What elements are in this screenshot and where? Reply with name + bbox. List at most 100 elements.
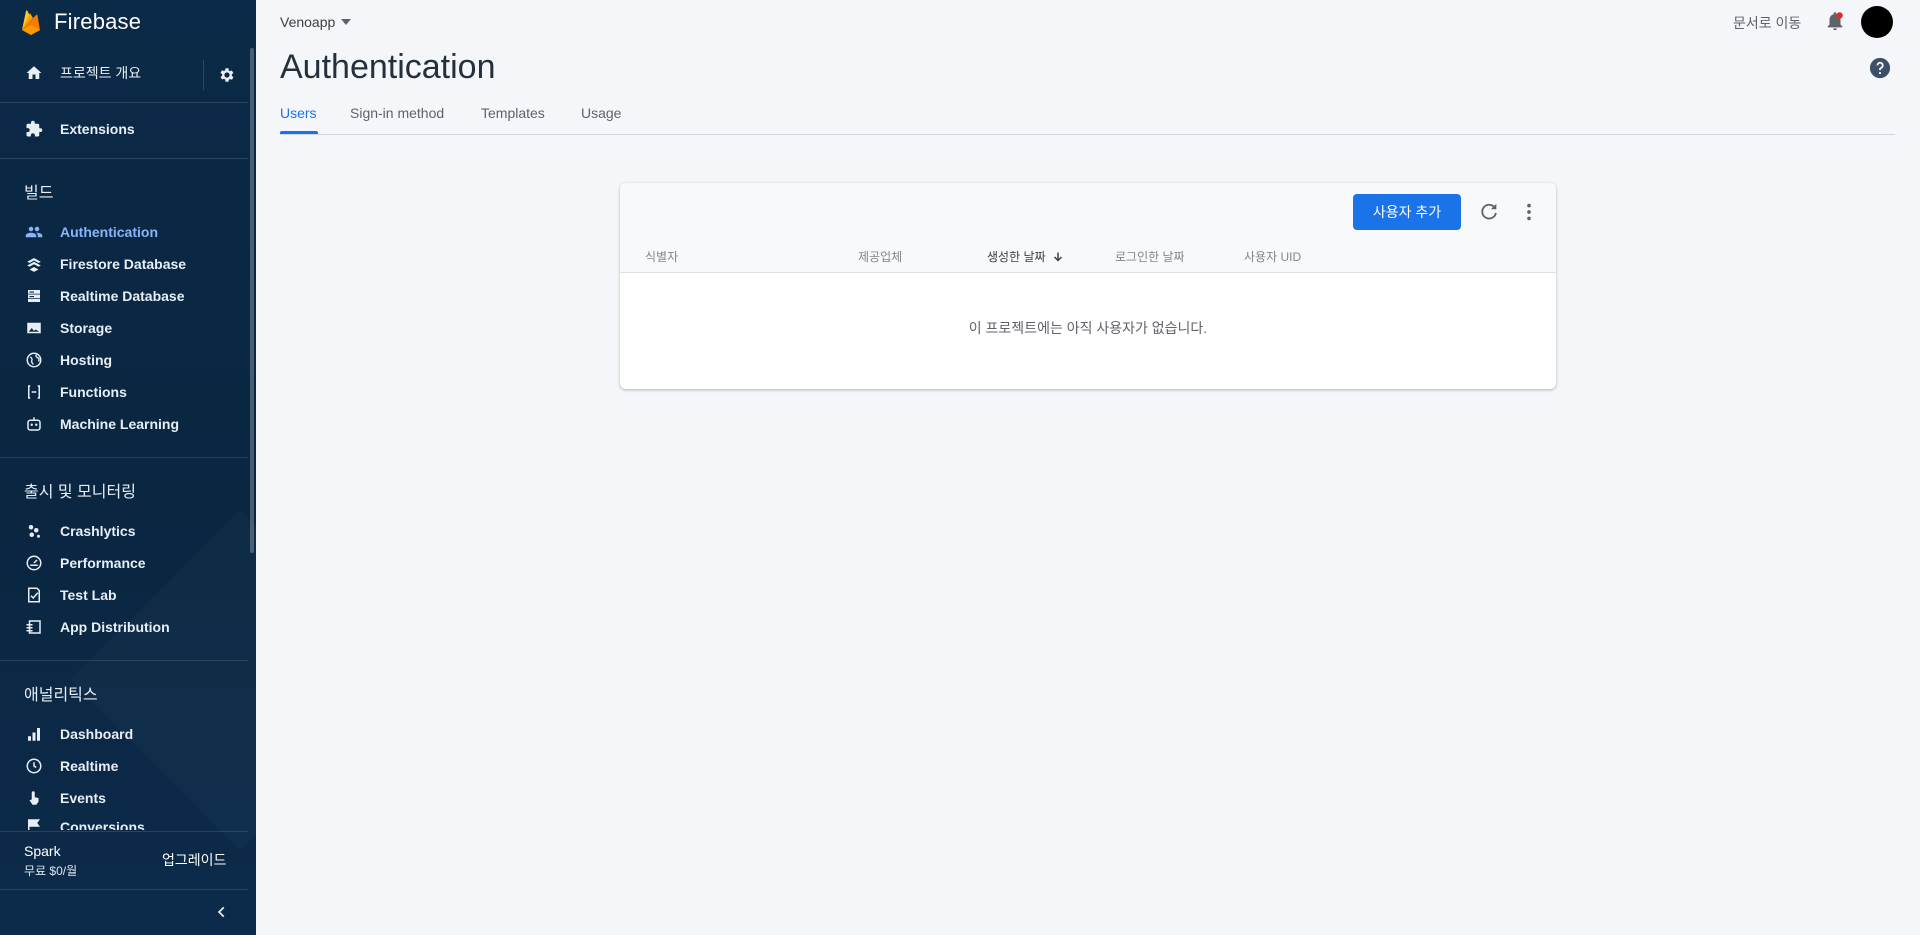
sidebar-item-realtime[interactable]: Realtime <box>0 750 248 782</box>
sidebar-item-events[interactable]: Events <box>0 782 248 814</box>
column-header-label: 제공업체 <box>858 250 903 264</box>
database-icon <box>24 286 44 306</box>
speedometer-icon <box>24 553 44 573</box>
sidebar-section-analytics: 애널리틱스 <box>24 687 98 704</box>
column-header-label: 생성한 날짜 <box>987 250 1046 264</box>
sidebar-item-label: App Distribution <box>60 619 170 635</box>
sidebar-item-machine-learning[interactable]: Machine Learning <box>0 408 248 440</box>
sidebar-item-label: Firestore Database <box>60 256 187 272</box>
sidebar-item-performance[interactable]: Performance <box>0 547 248 579</box>
checklist-icon <box>24 585 44 605</box>
sidebar-section-release: 출시 및 모니터링 <box>24 484 136 501</box>
tab-usage[interactable]: Usage <box>581 105 621 121</box>
sidebar-item-label: Realtime <box>60 758 119 774</box>
sidebar-item-storage[interactable]: Storage <box>0 312 248 344</box>
sidebar-item-label: Machine Learning <box>60 416 180 432</box>
extensions-icon <box>24 119 44 139</box>
sidebar-item-test-lab[interactable]: Test Lab <box>0 579 248 611</box>
clock-icon <box>24 756 44 776</box>
sidebar-item-hosting[interactable]: Hosting <box>0 344 248 376</box>
sidebar-divider <box>0 660 248 661</box>
sidebar-scrollbar[interactable] <box>250 48 254 553</box>
sidebar-item-conversions[interactable]: Conversions <box>0 814 248 830</box>
robot-icon <box>24 414 44 434</box>
brand-name: Firebase <box>54 9 142 34</box>
settings-button[interactable] <box>203 60 249 90</box>
column-header-signed-in[interactable]: 로그인한 날짜 <box>1115 248 1185 265</box>
firestore-icon <box>24 254 44 274</box>
users-table-card: 사용자 추가 식별자 제공업체 생성한 날짜 로그인한 날짜 사용자 UID 이… <box>620 183 1556 389</box>
touch-icon <box>24 788 44 808</box>
sidebar-item-app-distribution[interactable]: App Distribution <box>0 611 248 643</box>
sidebar-item-label: Events <box>60 790 106 806</box>
firebase-flame-icon <box>22 10 40 35</box>
sidebar-item-label: Conversions <box>60 819 145 830</box>
sidebar-item-authentication[interactable]: Authentication <box>0 216 248 248</box>
refresh-icon[interactable] <box>1478 201 1500 223</box>
users-table-header: 사용자 추가 식별자 제공업체 생성한 날짜 로그인한 날짜 사용자 UID <box>620 183 1556 273</box>
column-header-label: 로그인한 날짜 <box>1115 250 1185 264</box>
empty-state-message: 이 프로젝트에는 아직 사용자가 없습니다. <box>968 320 1208 336</box>
help-icon[interactable] <box>1869 57 1891 79</box>
sidebar-divider <box>0 102 248 103</box>
project-name: Venoapp <box>280 14 336 30</box>
tab-users[interactable]: Users <box>280 105 317 121</box>
sidebar-section-build: 빌드 <box>24 185 54 202</box>
sidebar-divider <box>0 158 248 159</box>
add-user-button[interactable]: 사용자 추가 <box>1353 194 1461 230</box>
sidebar-item-label: Crashlytics <box>60 523 136 539</box>
more-vert-icon[interactable] <box>1518 201 1540 223</box>
sort-down-arrow-icon <box>1053 252 1062 262</box>
sidebar-item-realtime-database[interactable]: Realtime Database <box>0 280 248 312</box>
project-selector[interactable]: Venoapp <box>280 14 352 30</box>
sidebar-item-crashlytics[interactable]: Crashlytics <box>0 515 248 547</box>
distribution-icon <box>24 617 44 637</box>
image-icon <box>24 318 44 338</box>
firebase-logo[interactable]: Firebase <box>20 5 141 39</box>
column-header-identifier[interactable]: 식별자 <box>645 248 678 265</box>
sidebar-divider <box>0 889 248 890</box>
account-avatar[interactable] <box>1861 6 1893 38</box>
column-header-label: 식별자 <box>645 250 679 264</box>
sidebar-item-label: Storage <box>60 320 113 336</box>
globe-icon <box>24 350 44 370</box>
sidebar-item-extensions[interactable]: Extensions <box>0 113 248 145</box>
column-header-created[interactable]: 생성한 날짜 <box>987 248 1064 265</box>
notifications-bell-icon[interactable] <box>1824 10 1846 32</box>
sidebar-item-label: Dashboard <box>60 726 134 742</box>
collapse-sidebar-button[interactable] <box>212 902 232 922</box>
sidebar-item-label: 프로젝트 개요 <box>60 65 142 81</box>
sidebar-item-label: Performance <box>60 555 146 571</box>
sidebar-item-label: Functions <box>60 384 127 400</box>
tab-templates[interactable]: Templates <box>481 105 545 121</box>
column-header-label: 사용자 UID <box>1244 250 1302 264</box>
sidebar-item-label: Extensions <box>60 121 135 137</box>
docs-link[interactable]: 문서로 이동 <box>1733 13 1801 33</box>
flag-icon <box>24 816 44 830</box>
upgrade-button[interactable]: 업그레이드 <box>162 850 226 870</box>
sidebar-item-label: Realtime Database <box>60 288 185 304</box>
page-title: Authentication <box>280 48 496 86</box>
people-icon <box>24 222 44 242</box>
sidebar-item-dashboard[interactable]: Dashboard <box>0 718 248 750</box>
sidebar-item-firestore[interactable]: Firestore Database <box>0 248 248 280</box>
column-header-provider[interactable]: 제공업체 <box>858 248 902 265</box>
sidebar-divider <box>0 457 248 458</box>
chevron-left-icon <box>217 906 225 918</box>
plan-info: Spark 무료 $0/월 <box>24 843 77 879</box>
plan-price: 무료 $0/월 <box>24 864 78 878</box>
functions-icon <box>24 382 44 402</box>
plan-name: Spark <box>24 843 61 859</box>
home-icon <box>24 63 44 83</box>
dropdown-arrow-icon <box>341 19 352 25</box>
sidebar-item-project-overview[interactable]: 프로젝트 개요 <box>0 57 200 89</box>
crashlytics-icon <box>24 521 44 541</box>
sidebar-item-label: Hosting <box>60 352 113 368</box>
bar-chart-icon <box>24 724 44 744</box>
column-header-user-uid[interactable]: 사용자 UID <box>1244 248 1301 265</box>
sidebar-item-label: Test Lab <box>60 587 117 603</box>
tab-sign-in-method[interactable]: Sign-in method <box>350 105 444 121</box>
gear-icon <box>220 68 233 82</box>
sidebar: Firebase 프로젝트 개요 Extensions 빌드 Authentic… <box>0 0 256 935</box>
sidebar-item-functions[interactable]: Functions <box>0 376 248 408</box>
